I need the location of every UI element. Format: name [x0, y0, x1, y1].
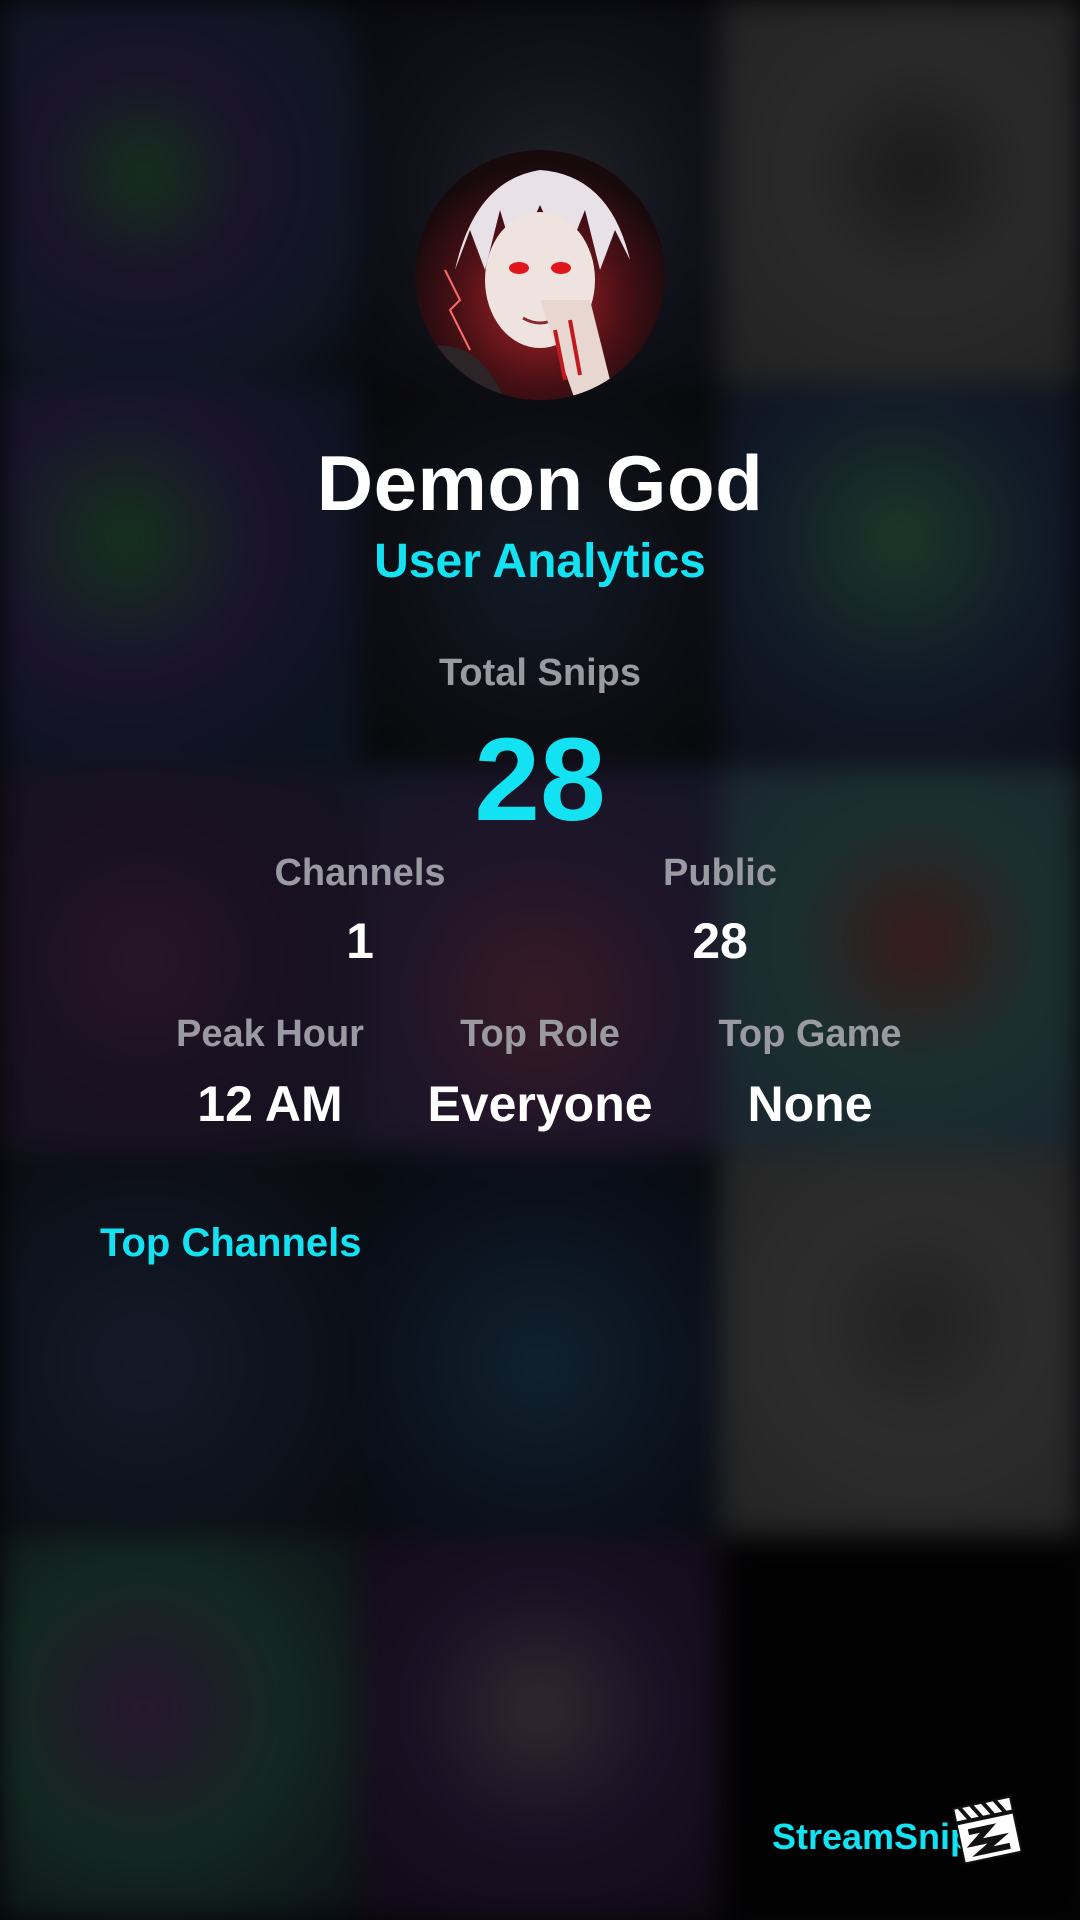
total-snips-value: 28: [474, 714, 606, 846]
top-role-label: Top Role: [460, 1013, 620, 1055]
brand-name: StreamSnip: [771, 1816, 972, 1857]
public-value: 28: [692, 913, 748, 969]
top-channels-heading: Top Channels: [100, 1221, 362, 1265]
username: Demon God: [316, 439, 764, 527]
total-snips-label: Total Snips: [439, 652, 641, 694]
top-game-label: Top Game: [718, 1013, 902, 1055]
page-subtitle: User Analytics: [374, 535, 706, 588]
top-role-value: Everyone: [427, 1076, 653, 1132]
clapperboard-icon: [948, 1788, 1028, 1868]
peak-hour-label: Peak Hour: [176, 1013, 364, 1055]
top-game-value: None: [747, 1076, 873, 1132]
public-label: Public: [662, 852, 778, 894]
channels-label: Channels: [274, 852, 446, 894]
avatar-image: [415, 150, 665, 400]
analytics-card: Demon God User Analytics Total Snips 28 …: [0, 0, 1080, 1920]
peak-hour-value: 12 AM: [197, 1076, 343, 1132]
channels-value: 1: [346, 913, 374, 969]
avatar: [415, 150, 665, 400]
